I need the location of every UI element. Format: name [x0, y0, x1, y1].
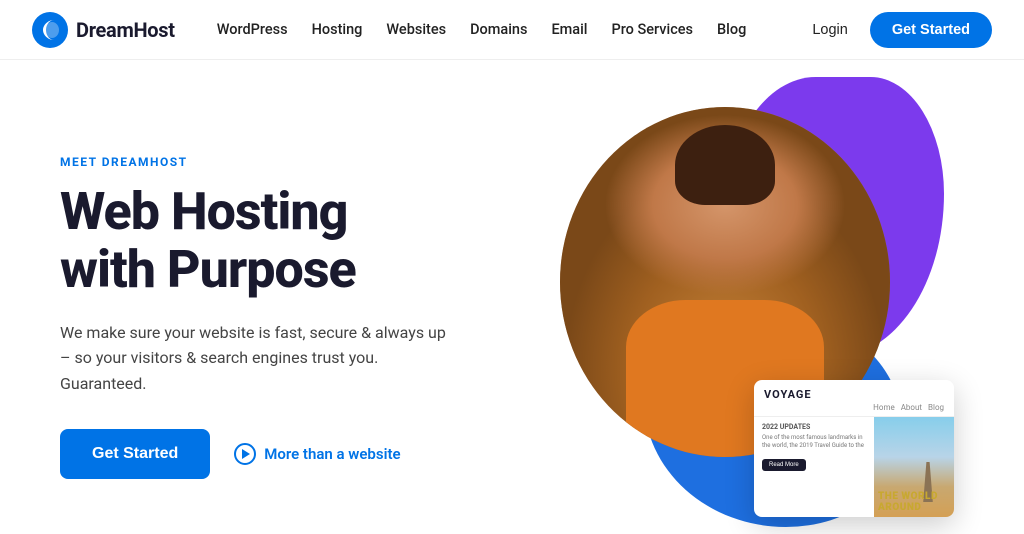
logo[interactable]: DreamHost — [32, 12, 175, 48]
card-image-area: THE WORLDAROUND — [874, 417, 954, 517]
voyage-card: VOYAGE Home About Blog 2022 UPDATES One … — [754, 380, 954, 517]
play-icon — [234, 443, 256, 465]
hero-illustration: VOYAGE Home About Blog 2022 UPDATES One … — [540, 97, 964, 534]
card-nav-dot2: About — [901, 403, 922, 412]
hero-title-line1: Web Hosting — [60, 181, 347, 242]
card-header: VOYAGE Home About Blog — [754, 380, 954, 417]
meet-label: MEET DREAMHOST — [60, 155, 540, 169]
hero-actions: Get Started More than a website — [60, 429, 540, 479]
nav-item-wordpress[interactable]: WordPress — [207, 15, 298, 44]
nav-item-hosting[interactable]: Hosting — [302, 15, 373, 44]
get-started-nav-button[interactable]: Get Started — [870, 12, 992, 48]
card-nav-dot3: Blog — [928, 403, 944, 412]
more-link[interactable]: More than a website — [234, 443, 400, 465]
card-text-area: 2022 UPDATES One of the most famous land… — [754, 417, 874, 517]
card-body: One of the most famous landmarks in the … — [762, 434, 866, 451]
header-right: Login Get Started — [802, 12, 992, 48]
login-button[interactable]: Login — [802, 16, 857, 44]
hero-section: MEET DREAMHOST Web Hosting with Purpose … — [0, 60, 1024, 534]
hero-content: MEET DREAMHOST Web Hosting with Purpose … — [60, 155, 540, 478]
card-big-text: THE WORLDAROUND — [878, 491, 950, 513]
play-triangle — [242, 449, 250, 459]
hero-description: We make sure your website is fast, secur… — [60, 320, 460, 397]
more-link-label: More than a website — [264, 445, 400, 463]
nav-item-domains[interactable]: Domains — [460, 15, 537, 44]
hero-title: Web Hosting with Purpose — [60, 183, 540, 297]
nav-item-websites[interactable]: Websites — [376, 15, 456, 44]
header: DreamHost WordPress Hosting Websites Dom… — [0, 0, 1024, 60]
nav-item-blog[interactable]: Blog — [707, 15, 756, 44]
nav-item-email[interactable]: Email — [541, 15, 597, 44]
card-nav-dot1: Home — [873, 403, 895, 412]
nav-item-pro-services[interactable]: Pro Services — [601, 15, 703, 44]
card-content: 2022 UPDATES One of the most famous land… — [754, 417, 954, 517]
hero-title-line2: with Purpose — [60, 239, 356, 300]
main-nav: WordPress Hosting Websites Domains Email… — [207, 15, 803, 44]
logo-text: DreamHost — [76, 18, 175, 42]
card-subtitle: 2022 UPDATES — [762, 423, 866, 431]
card-nav: Home About Blog — [764, 403, 944, 412]
get-started-hero-button[interactable]: Get Started — [60, 429, 210, 479]
dreamhost-logo-icon — [32, 12, 68, 48]
card-read-more-button[interactable]: Read More — [762, 459, 806, 471]
card-title: VOYAGE — [764, 388, 944, 401]
